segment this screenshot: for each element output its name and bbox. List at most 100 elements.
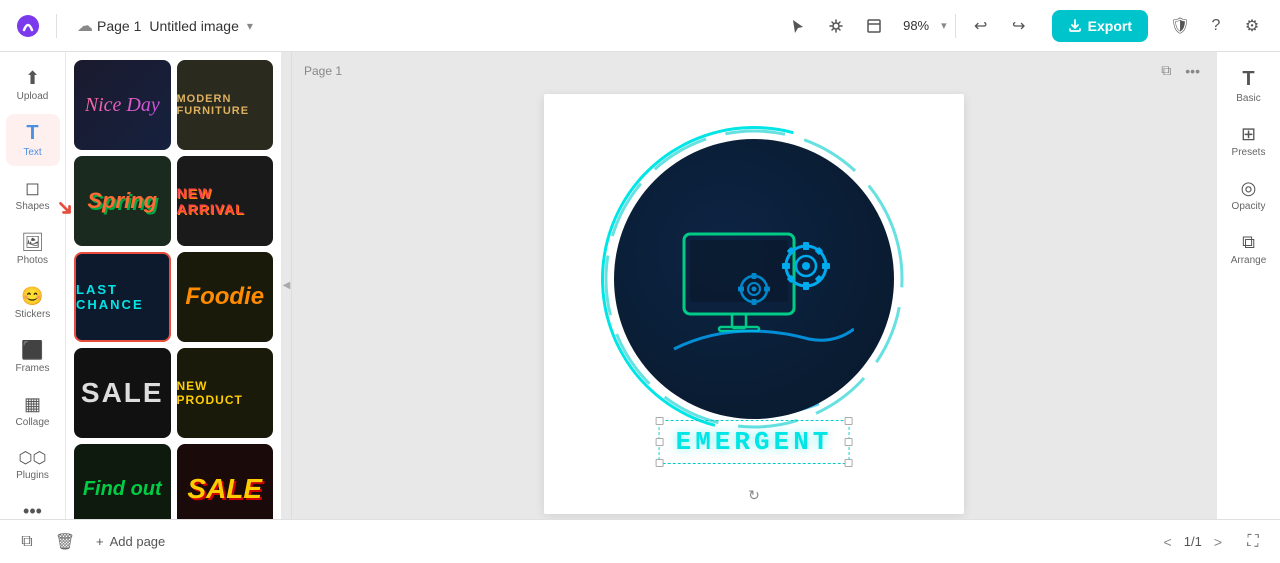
sidebar-item-collage[interactable]: ▦ Collage bbox=[6, 386, 60, 436]
basic-label: Basic bbox=[1236, 93, 1260, 104]
sidebar-item-plugins[interactable]: ⬡⬡ Plugins bbox=[6, 440, 60, 489]
topbar-right-icons: 🛡 ? ⚙ bbox=[1164, 10, 1268, 42]
cloud-icon: ☁ bbox=[77, 16, 93, 36]
handle-ml[interactable] bbox=[656, 438, 664, 446]
bottombar: ⧉ 🗑 + Add page < 1/1 > ⛶ bbox=[0, 519, 1280, 563]
divider2 bbox=[955, 14, 956, 38]
arrange-icon: ⧉ bbox=[1242, 232, 1255, 253]
help-button[interactable]: ? bbox=[1200, 10, 1232, 42]
modern-furniture-text: Modern Furniture bbox=[177, 93, 274, 117]
fullscreen-btn[interactable]: ⛶ bbox=[1238, 527, 1268, 557]
text-card-new-arrival[interactable]: NEW ARRIVAL bbox=[177, 156, 274, 246]
canvas-header-actions: ⧉ ••• bbox=[1157, 60, 1204, 81]
right-panel-opacity[interactable]: ◎ Opacity bbox=[1221, 170, 1277, 220]
design-svg bbox=[654, 179, 854, 379]
handle-bl[interactable] bbox=[656, 459, 664, 467]
text-grid: Nice Day Modern Furniture Spring NEW ARR… bbox=[74, 60, 273, 519]
canvas[interactable]: ⧉ ••• EMERGENT bbox=[544, 94, 964, 514]
zoom-chevron: ▾ bbox=[941, 19, 947, 32]
right-panel-presets[interactable]: ⊞ Presets bbox=[1221, 116, 1277, 166]
text-card-find-out[interactable]: Find out bbox=[74, 444, 171, 519]
more-icon: ••• bbox=[23, 501, 42, 519]
sidebar-item-photos[interactable]: 🖼 Photos bbox=[6, 224, 60, 274]
sidebar-item-frames[interactable]: ⬛ Frames bbox=[6, 332, 60, 382]
shield-button[interactable]: 🛡 bbox=[1164, 10, 1196, 42]
settings-button[interactable]: ⚙ bbox=[1236, 10, 1268, 42]
nice-day-text: Nice Day bbox=[85, 94, 160, 117]
sidebar-item-stickers[interactable]: 😊 Stickers bbox=[6, 278, 60, 328]
add-page-icon: + bbox=[96, 534, 104, 549]
opacity-icon: ◎ bbox=[1241, 178, 1257, 199]
selected-text-box[interactable]: EMERGENT bbox=[659, 420, 850, 464]
sale-yellow-text: SALE bbox=[187, 473, 262, 505]
text-card-sale-yellow[interactable]: SALE bbox=[177, 444, 274, 519]
sidebar-left: ⬆ Upload T Text ◻ Shapes 🖼 Photos 😊 Stic… bbox=[0, 52, 66, 519]
text-card-foodie[interactable]: Foodie bbox=[177, 252, 274, 342]
text-card-spring[interactable]: Spring bbox=[74, 156, 171, 246]
redo-button[interactable]: ↪ bbox=[1002, 9, 1036, 43]
add-page-label: Add page bbox=[110, 534, 166, 549]
new-arrival-text: NEW ARRIVAL bbox=[177, 185, 274, 217]
title-area: ☁ Page 1 bbox=[77, 16, 141, 36]
page-nav: < 1/1 > bbox=[1160, 530, 1226, 554]
sidebar-frames-label: Frames bbox=[16, 363, 50, 374]
text-card-nice-day[interactable]: Nice Day bbox=[74, 60, 171, 150]
text-card-modern-furniture[interactable]: Modern Furniture bbox=[177, 60, 274, 150]
prev-page-btn[interactable]: < bbox=[1160, 530, 1176, 554]
sidebar-item-text[interactable]: T Text bbox=[6, 114, 60, 166]
text-card-sale-dark[interactable]: SALE bbox=[74, 348, 171, 438]
document-title-main[interactable]: Untitled image bbox=[149, 18, 239, 34]
sidebar-shapes-label: Shapes bbox=[16, 201, 50, 212]
panel-collapse-handle[interactable]: ◀ bbox=[282, 52, 292, 519]
text-card-last-chance[interactable]: LAST CHANCE bbox=[74, 252, 171, 342]
right-panel-arrange[interactable]: ⧉ Arrange bbox=[1221, 224, 1277, 274]
title-dropdown-icon[interactable]: ▾ bbox=[247, 19, 253, 33]
photos-icon: 🖼 bbox=[21, 232, 44, 253]
canvas-area: Page 1 ⧉ ••• bbox=[292, 52, 1216, 519]
new-product-text: NEW PRODUCT bbox=[177, 379, 274, 407]
sidebar-item-shapes[interactable]: ◻ Shapes bbox=[6, 170, 60, 220]
handle-mr[interactable] bbox=[844, 438, 852, 446]
canva-logo[interactable] bbox=[12, 10, 44, 42]
selected-text-content: EMERGENT bbox=[676, 427, 833, 457]
rotate-handle[interactable]: ↻ bbox=[748, 487, 760, 504]
select-tool-button[interactable] bbox=[781, 9, 815, 43]
right-panel: T Basic ⊞ Presets ◎ Opacity ⧉ Arrange bbox=[1216, 52, 1280, 519]
opacity-label: Opacity bbox=[1232, 201, 1266, 212]
canvas-more-btn[interactable]: ••• bbox=[1181, 60, 1204, 81]
handle-tl[interactable] bbox=[656, 417, 664, 425]
pan-tool-button[interactable] bbox=[819, 9, 853, 43]
bottom-delete-btn[interactable]: 🗑 bbox=[50, 527, 80, 557]
last-chance-text: LAST CHANCE bbox=[76, 282, 169, 312]
layout-button[interactable] bbox=[857, 9, 891, 43]
collage-icon: ▦ bbox=[24, 394, 41, 415]
spring-text: Spring bbox=[87, 188, 157, 214]
zoom-value[interactable]: 98% bbox=[895, 14, 937, 37]
design-container bbox=[614, 139, 894, 419]
page-label: Page 1 bbox=[304, 64, 342, 78]
document-title[interactable]: Page 1 bbox=[97, 18, 141, 34]
sidebar-text-label: Text bbox=[23, 147, 41, 158]
sidebar-item-upload[interactable]: ⬆ Upload bbox=[6, 60, 60, 110]
canvas-header: Page 1 ⧉ ••• bbox=[292, 52, 1216, 89]
foodie-text: Foodie bbox=[185, 283, 264, 311]
shapes-icon: ◻ bbox=[25, 178, 40, 199]
text-card-new-product[interactable]: NEW PRODUCT bbox=[177, 348, 274, 438]
upload-icon: ⬆ bbox=[25, 68, 40, 89]
next-page-btn[interactable]: > bbox=[1210, 530, 1226, 554]
main-area: ⬆ Upload T Text ◻ Shapes 🖼 Photos 😊 Stic… bbox=[0, 52, 1280, 519]
bottom-copy-btn[interactable]: ⧉ bbox=[12, 527, 42, 557]
canvas-image: ⧉ ••• EMERGENT bbox=[544, 94, 964, 514]
right-panel-basic[interactable]: T Basic bbox=[1221, 60, 1277, 112]
text-panel: Nice Day Modern Furniture Spring NEW ARR… bbox=[66, 52, 282, 519]
sidebar-item-more[interactable]: ••• More bbox=[6, 493, 60, 519]
add-page-button[interactable]: + Add page bbox=[88, 530, 173, 553]
canvas-wrapper: ⧉ ••• EMERGENT bbox=[292, 89, 1216, 519]
handle-br[interactable] bbox=[844, 459, 852, 467]
handle-tr[interactable] bbox=[844, 417, 852, 425]
stickers-icon: 😊 bbox=[21, 286, 43, 307]
plugins-icon: ⬡⬡ bbox=[19, 448, 47, 468]
export-button[interactable]: Export bbox=[1052, 10, 1148, 42]
canvas-copy-btn[interactable]: ⧉ bbox=[1157, 60, 1175, 81]
undo-button[interactable]: ↩ bbox=[964, 9, 998, 43]
